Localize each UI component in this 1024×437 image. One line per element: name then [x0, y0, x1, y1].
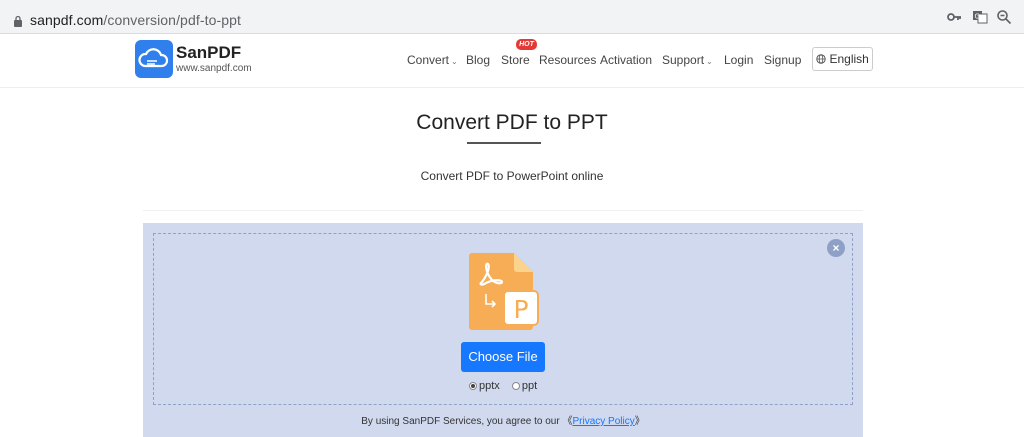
brand-url: www.sanpdf.com	[176, 63, 252, 74]
brand-name[interactable]: SanPDF	[176, 43, 241, 63]
browser-toolbar: sanpdf.com/conversion/pdf-to-ppt G	[0, 0, 1024, 34]
upload-panel: × P Choose File pptx ppt By using SanPDF…	[143, 223, 863, 437]
format-option-pptx[interactable]: pptx	[469, 380, 500, 392]
policy-notice: By using SanPDF Services, you agree to o…	[143, 412, 863, 427]
title-underline	[467, 142, 541, 144]
privacy-policy-link[interactable]: Privacy Policy	[572, 416, 634, 427]
chevron-down-icon: ⌄	[451, 57, 458, 66]
chevron-down-icon: ⌄	[706, 57, 713, 66]
file-letter: P	[513, 295, 528, 324]
format-label: pptx	[479, 380, 500, 392]
translate-icon[interactable]: G	[972, 9, 988, 25]
choose-file-button[interactable]: Choose File	[461, 342, 545, 372]
url-host: sanpdf.com	[30, 12, 104, 28]
nav-support-label: Support	[662, 53, 705, 67]
address-field[interactable]: sanpdf.com/conversion/pdf-to-ppt	[4, 4, 1024, 30]
policy-bracket-close: 》	[634, 416, 645, 427]
key-icon[interactable]	[946, 9, 962, 25]
nav-blog[interactable]: Blog	[466, 53, 490, 67]
nav-login[interactable]: Login	[724, 53, 753, 67]
pdf-to-ppt-file-icon: P	[469, 253, 539, 330]
format-options: pptx ppt	[469, 380, 537, 392]
divider	[143, 210, 863, 211]
cloud-logo-icon[interactable]	[135, 40, 173, 78]
nav-store[interactable]: Store	[501, 53, 530, 67]
svg-text:G: G	[975, 13, 980, 21]
format-option-ppt[interactable]: ppt	[511, 380, 538, 392]
zoom-icon[interactable]	[996, 9, 1012, 25]
radio-unselected-icon[interactable]	[511, 382, 520, 390]
page-title: Convert PDF to PPT	[416, 111, 608, 134]
nav-signup[interactable]: Signup	[764, 53, 801, 67]
page-subtitle: Convert PDF to PowerPoint online	[420, 169, 604, 183]
nav-resources[interactable]: Resources	[539, 53, 596, 67]
policy-prefix: By using SanPDF Services, you agree to o…	[361, 416, 560, 427]
hot-badge: HOT	[516, 39, 537, 50]
nav-support[interactable]: Support ⌄	[662, 53, 713, 67]
lock-icon	[14, 15, 22, 27]
nav-activation[interactable]: Activation	[600, 53, 652, 67]
language-button[interactable]: English	[812, 47, 873, 71]
nav-convert[interactable]: Convert ⌄	[407, 53, 458, 67]
url-path: /conversion/pdf-to-ppt	[103, 12, 241, 28]
url-text[interactable]: sanpdf.com/conversion/pdf-to-ppt	[30, 12, 241, 28]
language-label: English	[829, 52, 869, 66]
site-header: SanPDF www.sanpdf.com Convert ⌄ Blog Stor…	[0, 34, 1024, 88]
close-icon[interactable]: ×	[827, 239, 845, 257]
nav-convert-label: Convert	[407, 53, 450, 67]
globe-icon	[816, 54, 826, 64]
radio-selected-icon[interactable]	[469, 382, 477, 390]
format-label: ppt	[521, 380, 538, 392]
policy-bracket-open: 《	[562, 416, 573, 427]
